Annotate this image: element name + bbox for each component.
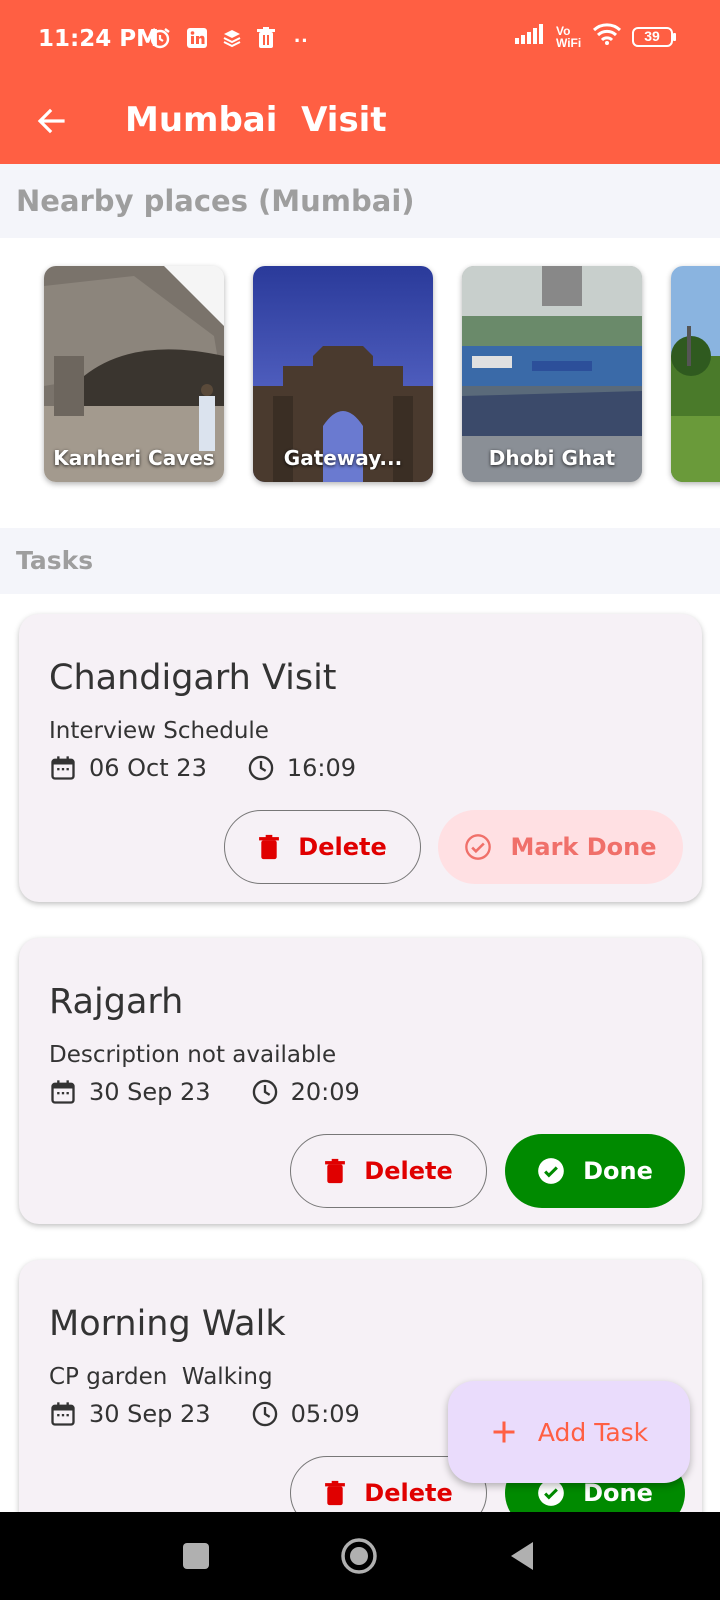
task-meta: 30 Sep 23 05:09 [49, 1400, 360, 1428]
add-task-button[interactable]: Add Task [448, 1381, 690, 1483]
place-card[interactable]: Kanheri Caves [44, 266, 224, 482]
task-description: Description not available [49, 1042, 337, 1068]
battery-icon: 39 [632, 26, 678, 48]
done-button[interactable]: Done [505, 1134, 685, 1208]
home-button[interactable] [337, 1534, 381, 1578]
place-name: Dhobi Ghat [488, 446, 616, 470]
more-dots-icon: ·· [294, 27, 309, 53]
delete-button[interactable]: Delete [290, 1134, 487, 1208]
places-carousel[interactable]: Kanheri Caves Gateway... Dhobi Ghat [0, 238, 720, 528]
calendar-icon [51, 1080, 75, 1104]
back-nav-button[interactable] [500, 1534, 544, 1578]
tasks-header-label: Tasks [16, 546, 94, 575]
clock-icon [252, 1079, 277, 1105]
home-circle-icon [341, 1538, 377, 1574]
check-circle-icon [538, 1158, 564, 1184]
task-title: Chandigarh Visit [49, 658, 337, 698]
clock-icon [252, 1401, 277, 1427]
app-bar: Mumbai Visit [0, 86, 720, 164]
calendar-icon [51, 1402, 75, 1426]
task-date: 06 Oct 23 [89, 754, 207, 782]
layers-icon [222, 28, 242, 53]
delete-label: Delete [298, 833, 387, 861]
task-description: Interview Schedule [49, 718, 269, 744]
check-circle-icon [538, 1480, 564, 1506]
trash-icon [259, 834, 280, 860]
clock-icon [248, 755, 274, 781]
mark-done-label: Mark Done [510, 833, 657, 861]
delete-label: Delete [364, 1479, 453, 1507]
status-time: 11:24 PM [38, 26, 159, 52]
task-time: 16:09 [286, 754, 357, 782]
place-image [671, 266, 720, 482]
wifi-icon [592, 22, 622, 51]
task-title: Rajgarh [49, 982, 184, 1022]
alarm-icon [148, 26, 172, 55]
task-description: CP garden Walking [49, 1364, 273, 1390]
trash-icon [325, 1158, 346, 1184]
task-date: 30 Sep 23 [89, 1078, 211, 1106]
mark-done-button[interactable]: Mark Done [438, 810, 683, 884]
square-icon [183, 1543, 209, 1569]
place-name: Gateway... [283, 446, 403, 470]
plus-icon [493, 1421, 515, 1443]
check-circle-outline-icon [465, 834, 492, 860]
task-title: Morning Walk [49, 1304, 286, 1344]
tasks-section-header: Tasks [0, 528, 720, 594]
nearby-section-header: Nearby places (Mumbai) [0, 164, 720, 238]
trash-icon [325, 1480, 346, 1506]
place-card[interactable]: Dhobi Ghat [462, 266, 642, 482]
linkedin-icon [186, 27, 208, 54]
place-card[interactable] [671, 266, 720, 482]
done-label: Done [583, 1479, 653, 1507]
recents-button[interactable] [174, 1534, 218, 1578]
calendar-icon [51, 756, 75, 780]
delete-label: Delete [364, 1157, 453, 1185]
task-date: 30 Sep 23 [89, 1400, 211, 1428]
page-title: Mumbai Visit [125, 100, 387, 140]
task-meta: 06 Oct 23 16:09 [49, 754, 356, 782]
task-time: 20:09 [290, 1078, 360, 1106]
signal-icon [514, 23, 546, 50]
trash-status-icon [256, 27, 276, 54]
vowifi-icon: Vo WiFi [556, 23, 582, 50]
add-task-label: Add Task [537, 1417, 649, 1447]
nearby-header-label: Nearby places (Mumbai) [16, 184, 415, 218]
delete-button[interactable]: Delete [224, 810, 421, 884]
status-bar: 11:24 PM ·· Vo WiFi 39 [0, 0, 720, 86]
task-card[interactable]: Chandigarh Visit Interview Schedule 06 O… [19, 614, 702, 902]
done-label: Done [583, 1157, 653, 1185]
task-meta: 30 Sep 23 20:09 [49, 1078, 360, 1106]
system-nav-bar [0, 1512, 720, 1600]
triangle-back-icon [511, 1542, 533, 1570]
arrow-left-icon [37, 108, 65, 134]
place-card[interactable]: Gateway... [253, 266, 433, 482]
back-button[interactable] [26, 96, 76, 146]
place-name: Kanheri Caves [53, 446, 215, 470]
task-card[interactable]: Rajgarh Description not available 30 Sep… [19, 938, 702, 1224]
task-time: 05:09 [290, 1400, 360, 1428]
battery-level: 39 [644, 27, 660, 44]
